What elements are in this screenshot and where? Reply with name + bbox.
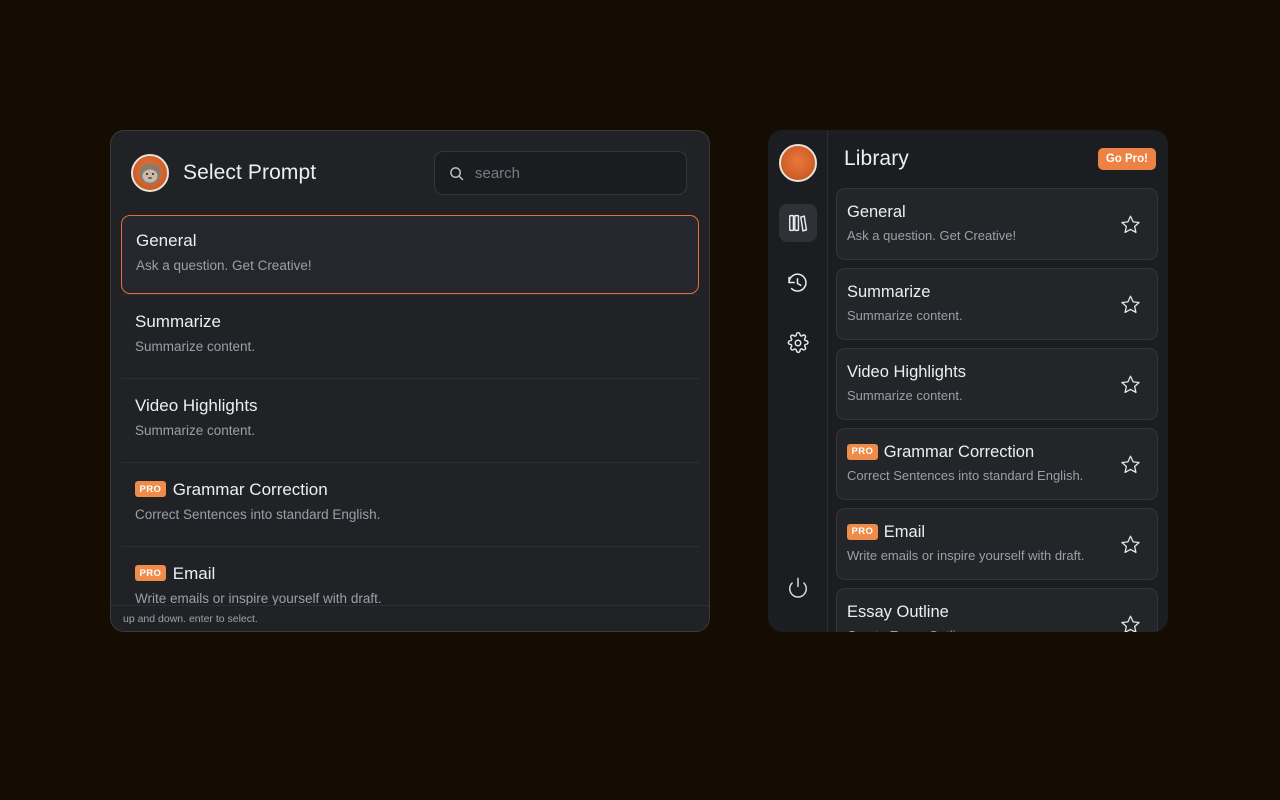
- library-item-title-row: Video Highlights: [847, 362, 1109, 383]
- prompt-item-subtitle: Correct Sentences into standard English.: [135, 505, 685, 525]
- library-main: Library Go Pro! General Ask a question. G…: [828, 130, 1168, 632]
- favorite-star-button[interactable]: [1117, 291, 1143, 317]
- prompt-item-title: Video Highlights: [135, 395, 258, 417]
- sidebar-item-history[interactable]: [779, 264, 817, 302]
- library-item-text: PRO Grammar Correction Correct Sentences i…: [847, 442, 1109, 486]
- library-list: General Ask a question. Get Creative! Summ…: [828, 188, 1168, 632]
- sidebar-item-library[interactable]: [779, 204, 817, 242]
- library-item-subtitle: Write emails or inspire yourself with dr…: [847, 546, 1109, 566]
- library-item-text: Summarize Summarize content.: [847, 282, 1109, 326]
- library-list-item[interactable]: PRO Grammar Correction Correct Sentences i…: [836, 428, 1158, 500]
- search-box[interactable]: [434, 151, 687, 195]
- page-title: Select Prompt: [183, 161, 316, 185]
- library-item-title-row: Essay Outline: [847, 602, 1109, 623]
- sidebar-item-settings[interactable]: [779, 324, 817, 362]
- prompt-item-title-row: General: [136, 230, 684, 252]
- power-button[interactable]: [779, 570, 817, 608]
- prompt-item-title: Summarize: [135, 311, 221, 333]
- prompt-item-subtitle: Ask a question. Get Creative!: [136, 256, 684, 276]
- library-list-item[interactable]: PRO Email Write emails or inspire yourself…: [836, 508, 1158, 580]
- prompt-item-subtitle: Write emails or inspire yourself with dr…: [135, 589, 685, 605]
- prompt-item-title: General: [136, 230, 196, 252]
- prompt-list: General Ask a question. Get Creative! Summ…: [111, 215, 709, 605]
- library-window: Library Go Pro! General Ask a question. G…: [768, 130, 1168, 632]
- library-item-subtitle: Summarize content.: [847, 306, 1109, 326]
- library-sidebar: [768, 130, 828, 632]
- star-icon: [1120, 294, 1141, 315]
- library-item-text: Essay Outline Create Essay Outlines.: [847, 602, 1109, 632]
- prompt-list-item[interactable]: PRO Email Write emails or inspire yourself…: [121, 546, 699, 605]
- prompt-item-title-row: PRO Grammar Correction: [135, 479, 685, 501]
- prompt-item-title: Grammar Correction: [173, 479, 328, 501]
- pro-badge: PRO: [847, 524, 878, 540]
- library-item-title: Video Highlights: [847, 362, 966, 383]
- keyboard-hint: up and down. enter to select.: [123, 613, 258, 625]
- star-icon: [1120, 534, 1141, 555]
- pro-badge: PRO: [135, 565, 166, 581]
- prompt-item-subtitle: Summarize content.: [135, 337, 685, 357]
- prompt-item-title-row: Video Highlights: [135, 395, 685, 417]
- star-icon: [1120, 454, 1141, 475]
- library-header: Library Go Pro!: [828, 130, 1168, 188]
- ape-avatar-icon[interactable]: [779, 144, 817, 182]
- star-icon: [1120, 614, 1141, 633]
- library-item-title: General: [847, 202, 906, 223]
- prompt-item-title-row: Summarize: [135, 311, 685, 333]
- library-item-text: PRO Email Write emails or inspire yourself…: [847, 522, 1109, 566]
- prompt-list-item[interactable]: Summarize Summarize content.: [121, 294, 699, 378]
- prompt-list-item[interactable]: General Ask a question. Get Creative!: [121, 215, 699, 294]
- favorite-star-button[interactable]: [1117, 611, 1143, 632]
- favorite-star-button[interactable]: [1117, 451, 1143, 477]
- star-icon: [1120, 374, 1141, 395]
- prompt-list-item[interactable]: PRO Grammar Correction Correct Sentences i…: [121, 462, 699, 546]
- favorite-star-button[interactable]: [1117, 371, 1143, 397]
- library-item-title-row: Summarize: [847, 282, 1109, 303]
- prompt-item-title: Email: [173, 563, 216, 585]
- history-clock-icon: [786, 272, 809, 295]
- library-item-title-row: General: [847, 202, 1109, 223]
- library-title: Library: [844, 147, 909, 171]
- library-list-item[interactable]: Summarize Summarize content.: [836, 268, 1158, 340]
- library-item-title: Summarize: [847, 282, 930, 303]
- power-icon: [787, 576, 809, 603]
- library-item-text: Video Highlights Summarize content.: [847, 362, 1109, 406]
- favorite-star-button[interactable]: [1117, 531, 1143, 557]
- search-input[interactable]: [475, 165, 674, 182]
- favorite-star-button[interactable]: [1117, 211, 1143, 237]
- library-books-icon: [787, 212, 809, 234]
- library-item-subtitle: Summarize content.: [847, 386, 1109, 406]
- settings-gear-icon: [787, 332, 809, 354]
- library-item-title-row: PRO Grammar Correction: [847, 442, 1109, 463]
- library-item-title: Essay Outline: [847, 602, 949, 623]
- library-item-title-row: PRO Email: [847, 522, 1109, 543]
- library-list-item[interactable]: Video Highlights Summarize content.: [836, 348, 1158, 420]
- library-item-title: Email: [884, 522, 925, 543]
- library-list-item[interactable]: General Ask a question. Get Creative!: [836, 188, 1158, 260]
- prompt-item-subtitle: Summarize content.: [135, 421, 685, 441]
- library-item-text: General Ask a question. Get Creative!: [847, 202, 1109, 246]
- library-item-subtitle: Correct Sentences into standard English.: [847, 466, 1109, 486]
- select-prompt-panel: Select Prompt General Ask a question. Get…: [110, 130, 710, 632]
- search-icon: [449, 166, 464, 181]
- library-item-subtitle: Ask a question. Get Creative!: [847, 226, 1109, 246]
- palette-footer: up and down. enter to select.: [111, 605, 709, 631]
- library-item-subtitle: Create Essay Outlines.: [847, 626, 1109, 632]
- palette-header: Select Prompt: [111, 131, 709, 215]
- ape-avatar-icon: [131, 154, 169, 192]
- pro-badge: PRO: [847, 444, 878, 460]
- go-pro-button[interactable]: Go Pro!: [1098, 148, 1156, 170]
- star-icon: [1120, 214, 1141, 235]
- pro-badge: PRO: [135, 481, 166, 497]
- prompt-item-title-row: PRO Email: [135, 563, 685, 585]
- library-list-item[interactable]: Essay Outline Create Essay Outlines.: [836, 588, 1158, 632]
- library-item-title: Grammar Correction: [884, 442, 1034, 463]
- prompt-list-item[interactable]: Video Highlights Summarize content.: [121, 378, 699, 462]
- screen: Select Prompt General Ask a question. Get…: [0, 0, 1280, 800]
